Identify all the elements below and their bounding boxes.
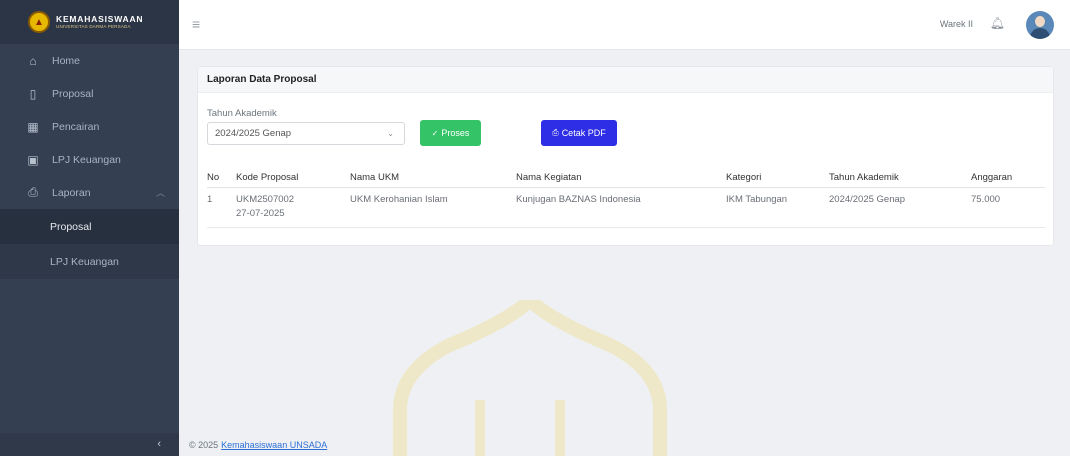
chevron-up-icon: ︿ [155, 188, 165, 198]
kode-proposal: UKM2507002 [236, 194, 295, 205]
column-header: Nama Kegiatan [516, 168, 726, 188]
column-header: Kode Proposal [236, 168, 350, 188]
column-header: Anggaran [971, 168, 1045, 188]
bell-icon[interactable]: 🔔︎ [990, 16, 1005, 30]
sidebar-subitem-label: Proposal [50, 220, 92, 233]
sidebar-subitem-lpj-keuangan[interactable]: LPJ Keuangan [0, 244, 179, 279]
topbar: ≡ Warek II 🔔︎ [179, 0, 1070, 50]
sidebar-subitem-label: LPJ Keuangan [50, 255, 119, 268]
file-icon: ▯ [29, 86, 37, 101]
cetak-pdf-button[interactable]: ⎙ Cetak PDF [541, 120, 617, 146]
sidebar-item-home[interactable]: ⌂ Home [0, 44, 179, 77]
proposal-table: No Kode Proposal Nama UKM Nama Kegiatan … [207, 168, 1045, 228]
sidebar-item-label: Laporan [52, 186, 91, 199]
tahun-akademik-label: Tahun Akademik [207, 108, 277, 119]
sidebar-subitem-proposal[interactable]: Proposal [0, 209, 179, 244]
column-header: Kategori [726, 168, 829, 188]
footer-link[interactable]: Kemahasiswaan UNSADA [221, 440, 327, 450]
cell-kode: UKM2507002 27-07-2025 [236, 187, 350, 228]
sidebar-item-label: LPJ Keuangan [52, 153, 121, 166]
cell-kategori: IKM Tabungan [726, 187, 829, 228]
page-footer: © 2025 Kemahasiswaan UNSADA [179, 433, 1070, 456]
brand-title: KEMAHASISWAAN [56, 13, 144, 24]
table-header-row: No Kode Proposal Nama UKM Nama Kegiatan … [207, 168, 1045, 188]
menu-icon[interactable]: ≡ [192, 16, 200, 32]
avatar[interactable] [1026, 11, 1054, 39]
sidebar-item-laporan[interactable]: ⎙ Laporan ︿ [0, 176, 179, 209]
sidebar-item-lpj-keuangan[interactable]: ▣ LPJ Keuangan [0, 143, 179, 176]
sidebar-item-label: Proposal [52, 87, 94, 100]
user-name[interactable]: Warek II [940, 19, 973, 29]
select-value: 2024/2025 Genap [215, 128, 292, 139]
report-card: Laporan Data Proposal Tahun Akademik 202… [197, 66, 1054, 246]
university-logo-icon: ▲ [28, 11, 50, 33]
chevron-down-icon: ⌄ [387, 129, 394, 138]
chevron-left-icon[interactable]: ‹ [157, 438, 161, 450]
column-header: No [207, 168, 236, 188]
card-title: Laporan Data Proposal [198, 67, 1053, 93]
table-row: 1 UKM2507002 27-07-2025 UKM Kerohanian I… [207, 187, 1045, 228]
report-icon: ▣ [27, 152, 39, 167]
printer-icon: ⎙ [552, 128, 559, 137]
brand[interactable]: ▲ KEMAHASISWAAN UNIVERSITAS DARMA PERSAD… [0, 0, 179, 44]
column-header: Nama UKM [350, 168, 516, 188]
printer-icon: ⎙ [28, 185, 38, 199]
sidebar: ▲ KEMAHASISWAAN UNIVERSITAS DARMA PERSAD… [0, 0, 179, 456]
proses-button[interactable]: ✓ Proses [420, 120, 481, 146]
sidebar-footer: ‹ [0, 433, 179, 456]
cell-no: 1 [207, 187, 236, 228]
bank-icon: ▦ [27, 119, 39, 134]
column-header: Tahun Akademik [829, 168, 971, 188]
sidebar-item-pencairan[interactable]: ▦ Pencairan [0, 110, 179, 143]
copyright-text: © 2025 [189, 439, 219, 450]
home-icon: ⌂ [29, 53, 37, 68]
cell-nama-ukm: UKM Kerohanian Islam [350, 187, 516, 228]
tanggal-proposal: 27-07-2025 [236, 207, 285, 219]
brand-subtitle: UNIVERSITAS DARMA PERSADA [56, 24, 131, 29]
cell-kegiatan: Kunjugan BAZNAS Indonesia [516, 187, 726, 228]
sidebar-item-proposal[interactable]: ▯ Proposal [0, 77, 179, 110]
sidebar-item-label: Pencairan [52, 120, 100, 133]
check-icon: ✓ [431, 128, 439, 138]
cell-anggaran: 75.000 [971, 187, 1045, 228]
tahun-akademik-select[interactable]: 2024/2025 Genap ⌄ [207, 122, 405, 145]
sidebar-item-label: Home [52, 54, 81, 67]
cell-tahun: 2024/2025 Genap [829, 187, 971, 228]
